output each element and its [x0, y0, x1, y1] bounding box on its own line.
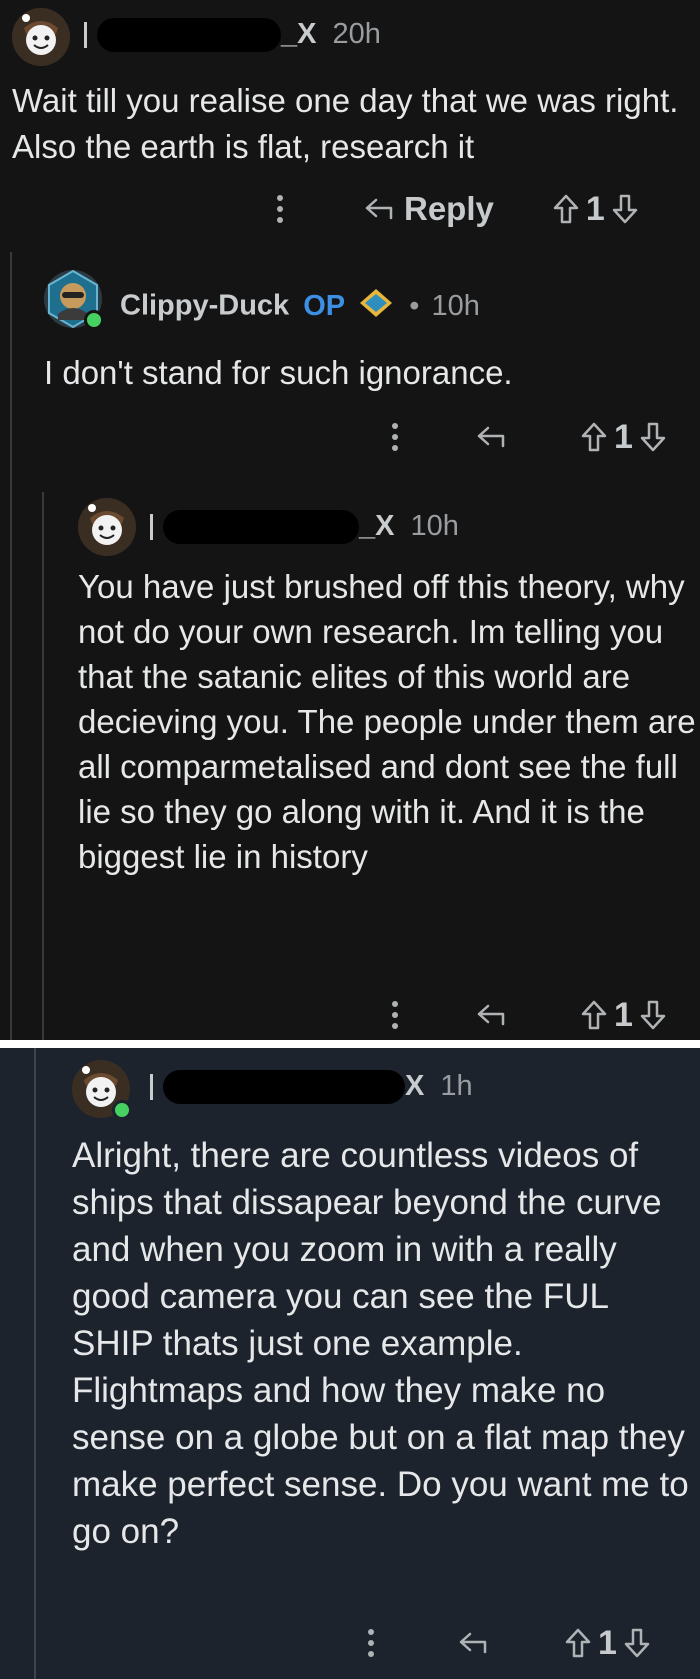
comment-body: You have just brushed off this theory, w… — [78, 568, 696, 875]
thread-line[interactable] — [42, 492, 44, 1040]
reply-button[interactable] — [458, 1631, 488, 1655]
vote-count: 1 — [614, 417, 633, 456]
comment-time: 10h — [431, 289, 480, 322]
username[interactable]: _X — [150, 510, 403, 545]
more-icon[interactable] — [380, 422, 410, 452]
comment-meta: Clippy-Duck OP • 10h — [120, 288, 480, 326]
comment-time: 10h — [410, 510, 459, 542]
online-indicator — [112, 1100, 132, 1120]
comment-body: I don't stand for such ignorance. — [44, 354, 513, 391]
thread-line[interactable] — [34, 1048, 36, 1679]
user-avatar[interactable] — [72, 1060, 132, 1120]
reply-arrow-icon — [477, 1004, 505, 1026]
upvote-icon — [565, 1628, 591, 1658]
redaction — [97, 18, 281, 53]
username-end: X — [405, 1070, 425, 1102]
comment-meta: _X 10h — [150, 510, 459, 545]
thread-line[interactable] — [10, 252, 12, 1040]
user-avatar[interactable] — [12, 8, 70, 66]
user-avatar[interactable] — [78, 498, 136, 556]
more-icon[interactable] — [260, 194, 300, 224]
comment-actions: 1 — [380, 990, 700, 1040]
upvote-button[interactable] — [580, 421, 608, 453]
upvote-button[interactable] — [552, 193, 580, 225]
comment-thread-blue: X 1h Alright, there are countless videos… — [0, 1048, 700, 1679]
award-icon[interactable] — [359, 288, 393, 326]
reply-button[interactable]: Reply — [364, 190, 494, 228]
avatar-icon — [78, 498, 136, 556]
downvote-button[interactable] — [611, 193, 639, 225]
reply-arrow-icon — [477, 426, 505, 448]
reply-label: Reply — [404, 190, 494, 227]
more-icon[interactable] — [380, 1000, 410, 1030]
screenshot: _X 20h Wait till you realise one day tha… — [0, 0, 700, 1679]
redaction — [163, 1070, 405, 1105]
comment-meta: X 1h — [150, 1070, 473, 1105]
vote-count: 1 — [585, 189, 605, 228]
username[interactable]: Clippy-Duck — [120, 290, 289, 322]
comment-actions: 1 — [380, 412, 700, 462]
comment-thread-dark: _X 20h Wait till you realise one day tha… — [0, 0, 700, 1040]
username[interactable]: _X — [84, 18, 325, 53]
op-badge: OP — [303, 289, 346, 322]
comment-time: 1h — [440, 1070, 473, 1102]
more-icon[interactable] — [356, 1628, 386, 1658]
reply-button[interactable] — [476, 425, 506, 449]
op-avatar[interactable] — [44, 270, 104, 330]
comment-time: 20h — [332, 18, 381, 50]
downvote-button[interactable] — [639, 999, 667, 1031]
vote-count: 1 — [598, 1623, 617, 1662]
online-indicator — [84, 310, 104, 330]
downvote-icon — [640, 1000, 666, 1030]
reply-arrow-icon — [459, 1632, 487, 1654]
upvote-button[interactable] — [564, 1627, 592, 1659]
screenshot-divider — [0, 1040, 700, 1048]
username-end: _X — [359, 510, 395, 542]
comment-body: Wait till you realise one day that we wa… — [12, 82, 679, 165]
downvote-icon — [624, 1628, 650, 1658]
comment-body: Alright, there are countless videos of s… — [72, 1136, 689, 1551]
redaction — [163, 510, 359, 545]
downvote-icon — [612, 194, 638, 224]
reply-button[interactable] — [476, 1003, 506, 1027]
upvote-icon — [553, 194, 579, 224]
comment-actions: Reply 1 — [260, 184, 700, 234]
upvote-icon — [581, 1000, 607, 1030]
downvote-button[interactable] — [623, 1627, 651, 1659]
meta-separator: • — [409, 289, 420, 322]
downvote-button[interactable] — [639, 421, 667, 453]
vote-count: 1 — [614, 995, 633, 1034]
username[interactable]: X — [150, 1070, 432, 1105]
comment-actions: 1 — [356, 1618, 700, 1668]
reply-arrow-icon — [365, 198, 393, 220]
downvote-icon — [640, 422, 666, 452]
upvote-button[interactable] — [580, 999, 608, 1031]
avatar-icon — [12, 8, 70, 66]
username-end: _X — [281, 18, 317, 50]
comment-meta: _X 20h — [84, 18, 381, 53]
upvote-icon — [581, 422, 607, 452]
